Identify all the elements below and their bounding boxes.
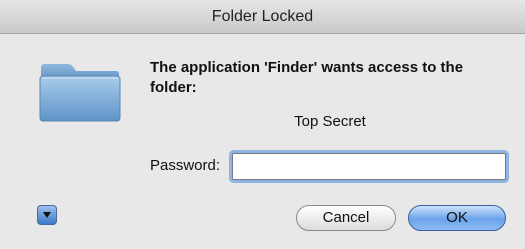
window-title-bar[interactable]: Folder Locked bbox=[0, 0, 525, 34]
access-request-message: The application 'Finder' wants access to… bbox=[150, 59, 464, 96]
folder-icon bbox=[38, 62, 122, 122]
disclosure-triangle-button[interactable] bbox=[37, 205, 57, 225]
disclosure-triangle-icon bbox=[43, 212, 51, 218]
ok-button[interactable]: OK bbox=[408, 205, 506, 231]
cancel-button[interactable]: Cancel bbox=[296, 205, 396, 231]
folder-name: Top Secret bbox=[294, 113, 366, 130]
password-label: Password: bbox=[150, 157, 221, 174]
window-title: Folder Locked bbox=[211, 8, 314, 25]
password-field[interactable] bbox=[232, 153, 506, 180]
